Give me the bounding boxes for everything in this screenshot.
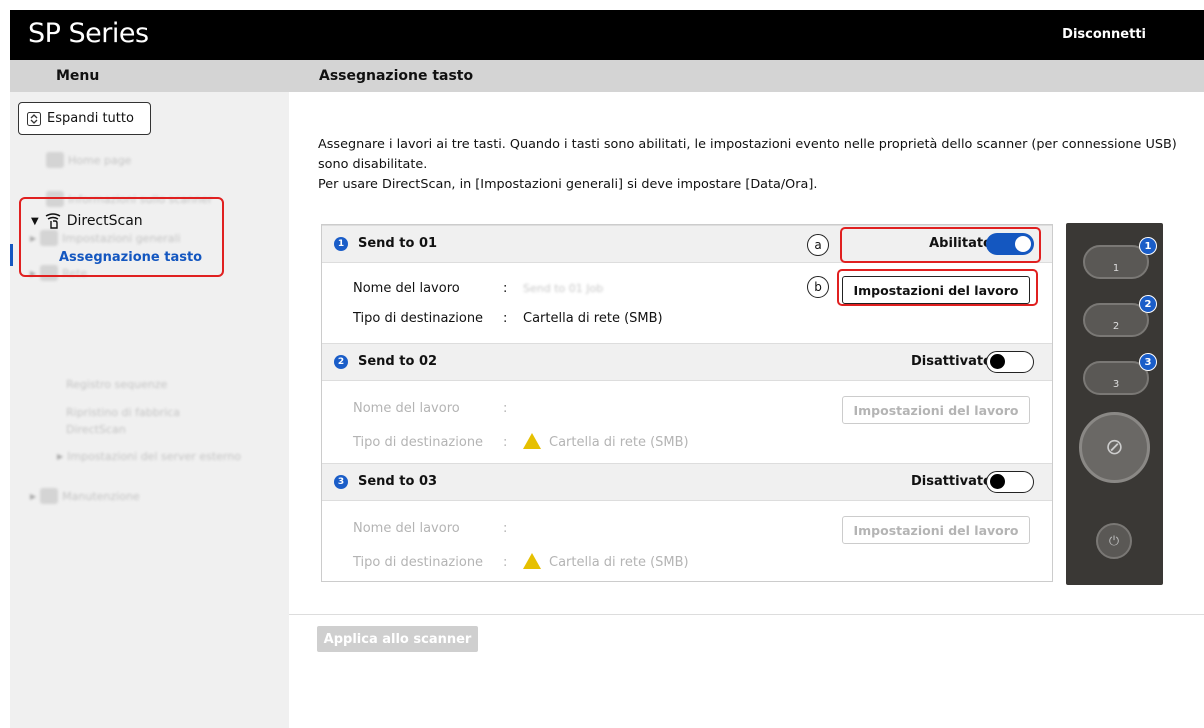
hand-scan-icon: [45, 213, 61, 229]
section-number-badge: 1: [334, 237, 348, 251]
section-name: Send to 02: [358, 354, 438, 369]
job-name-value: Send to 01 Job: [523, 282, 604, 295]
sidebar-item-home[interactable]: Home page: [46, 152, 131, 168]
status-label: Disattivato: [910, 474, 992, 489]
callout-a: a: [807, 234, 829, 256]
job-name-row-3: Nome del lavoro:: [353, 521, 508, 536]
job-settings-button-3[interactable]: Impostazioni del lavoro: [842, 516, 1030, 544]
intro-line-2: Per usare DirectScan, in [Impostazioni g…: [318, 177, 818, 192]
sidebar-item-key-assignment[interactable]: Assegnazione tasto: [59, 250, 202, 265]
toggle-highlight: [840, 227, 1041, 263]
enable-toggle-3[interactable]: [986, 471, 1034, 493]
expand-all-button[interactable]: Espandi tutto: [18, 102, 151, 135]
apply-to-scanner-button[interactable]: Applica allo scanner: [317, 626, 478, 652]
page-title: Assegnazione tasto: [319, 68, 474, 84]
sidebar-item-maintenance[interactable]: ▶ Manutenzione: [30, 488, 140, 504]
scan-stop-icon: ⊘: [1079, 412, 1150, 483]
expand-arrow-icon: ▶: [57, 452, 64, 461]
device-button-3: 33: [1083, 353, 1157, 395]
section-header-2: 2 Send to 02 Disattivato: [322, 343, 1052, 381]
dest-type-label: Tipo di destinazione: [353, 555, 484, 570]
sidebar-item-factory-reset[interactable]: Ripristino di fabbrica DirectScan: [66, 404, 216, 438]
expand-collapse-icon: [27, 111, 41, 126]
section-number-badge: 3: [334, 475, 348, 489]
sidebar-item-directscan[interactable]: ▼ DirectScan: [31, 212, 143, 230]
sidebar-item-external-server[interactable]: ▶ Impostazioni del server esterno: [57, 450, 241, 463]
device-badge: 3: [1139, 353, 1157, 371]
job-name-label: Nome del lavoro: [353, 401, 460, 416]
enable-toggle-2[interactable]: [986, 351, 1034, 373]
dest-type-row-2: Tipo di destinazione: Cartella di rete (S…: [353, 433, 689, 450]
dest-type-value: Cartella di rete (SMB): [523, 311, 663, 326]
brand-title: SP Series: [28, 18, 149, 49]
job-settings-button-2[interactable]: Impostazioni del lavoro: [842, 396, 1030, 424]
dest-type-row-1: Tipo di destinazione: Cartella di rete (S…: [353, 311, 663, 326]
logout-link[interactable]: Disconnetti: [1062, 27, 1146, 42]
callout-b: b: [807, 276, 829, 298]
dest-type-value: Cartella di rete (SMB): [549, 555, 689, 570]
home-icon: [46, 152, 64, 168]
expand-all-label: Espandi tutto: [47, 111, 134, 126]
active-indicator: [10, 244, 13, 266]
dest-type-label: Tipo di destinazione: [353, 435, 484, 450]
dest-type-label: Tipo di destinazione: [353, 311, 484, 326]
collapse-arrow-icon: ▼: [31, 215, 39, 227]
device-badge: 1: [1139, 237, 1157, 255]
job-settings-highlight: [837, 269, 1038, 306]
menu-title: Menu: [56, 68, 100, 84]
top-bar: SP Series Disconnetti: [10, 10, 1204, 60]
dest-type-row-3: Tipo di destinazione: Cartella di rete (S…: [353, 553, 689, 570]
intro-line-1: Assegnare i lavori ai tre tasti. Quando …: [318, 137, 1177, 172]
section-name: Send to 03: [358, 474, 438, 489]
device-button-2: 22: [1083, 295, 1157, 337]
section-name: Send to 01: [358, 236, 438, 251]
device-button-1: 11: [1083, 237, 1157, 279]
warning-icon: [523, 433, 541, 449]
wrench-icon: [40, 488, 59, 504]
directscan-label: DirectScan: [66, 213, 143, 229]
power-icon: ⏻: [1096, 523, 1132, 559]
directscan-highlight: [19, 197, 224, 277]
dest-type-value: Cartella di rete (SMB): [549, 435, 689, 450]
sub-header: Menu Assegnazione tasto: [10, 60, 1204, 92]
status-label: Disattivato: [910, 354, 992, 369]
job-name-row-2: Nome del lavoro:: [353, 401, 508, 416]
footer-divider: [289, 614, 1204, 615]
warning-icon: [523, 553, 541, 569]
expand-arrow-icon: ▶: [30, 491, 37, 501]
intro-text: Assegnare i lavori ai tre tasti. Quando …: [318, 135, 1178, 195]
section-number-badge: 2: [334, 355, 348, 369]
device-badge: 2: [1139, 295, 1157, 313]
section-header-3: 3 Send to 03 Disattivato: [322, 463, 1052, 501]
job-name-row-1: Nome del lavoro: Send to 01 Job: [353, 281, 604, 296]
scanner-panel-image: 11 22 33 ⊘ ⏻: [1066, 223, 1163, 585]
job-name-label: Nome del lavoro: [353, 281, 460, 296]
sidebar-item-sequence-log[interactable]: Registro sequenze: [66, 378, 167, 391]
job-name-label: Nome del lavoro: [353, 521, 460, 536]
